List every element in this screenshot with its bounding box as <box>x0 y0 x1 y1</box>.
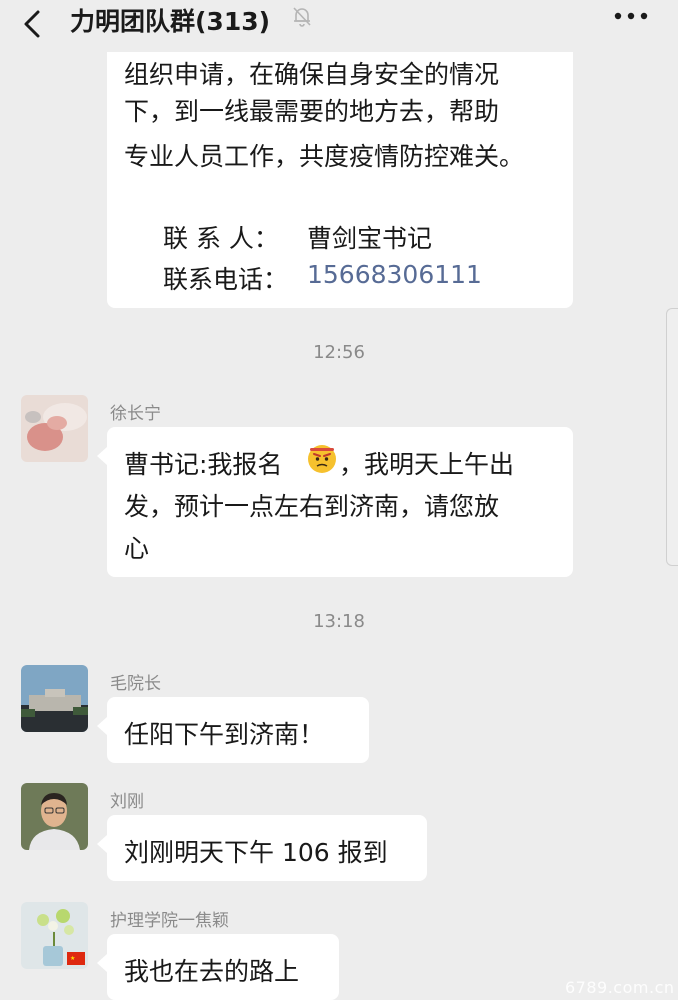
timestamp: 13:18 <box>313 611 365 632</box>
bell-muted-icon <box>293 7 311 27</box>
message-line-3: 心 <box>124 534 150 563</box>
sender-name: 刘刚 <box>110 792 144 812</box>
back-chevron-icon[interactable] <box>18 6 46 42</box>
message-line-2: 发，预计一点左右到济南，请您放 <box>124 492 500 521</box>
message-text: 刘刚明天下午 106 报到 <box>124 838 388 867</box>
chat-title[interactable]: 力明团队群(313) <box>70 2 270 42</box>
avatar[interactable]: ★ <box>21 902 88 969</box>
notice-line-3: 专业人员工作，共度疫情防控难关。 <box>124 142 525 171</box>
sender-name: 毛院长 <box>110 674 161 694</box>
message-bubble[interactable]: 任阳下午到济南！ <box>97 697 369 763</box>
watermark-text: 6789.com.cn <box>565 978 675 997</box>
notice-line-2: 下，到一线最需要的地方去，帮助 <box>124 97 500 126</box>
message-bubble[interactable]: 我也在去的路上 <box>97 934 339 1000</box>
man-portrait-avatar-icon <box>21 783 88 850</box>
message-line-1b: ，我明天上午出 <box>339 450 515 479</box>
building-photo-avatar-icon <box>21 665 88 732</box>
message-bubble[interactable]: 刘刚明天下午 106 报到 <box>97 815 427 881</box>
message-line-1a: 曹书记:我报名 <box>124 450 283 479</box>
avatar[interactable] <box>21 395 88 462</box>
avatar[interactable] <box>21 783 88 850</box>
grumpy-face-emoji-icon <box>308 445 336 473</box>
chat-header: 力明团队群(313) <box>0 0 678 52</box>
timestamp: 12:56 <box>313 342 365 363</box>
baby-photo-avatar-icon <box>21 395 88 462</box>
more-dots-icon[interactable] <box>614 12 648 20</box>
avatar[interactable] <box>21 665 88 732</box>
flowers-flag-avatar-icon: ★ <box>21 902 88 969</box>
message-text: 我也在去的路上 <box>124 957 300 986</box>
sender-name: 徐长宁 <box>110 404 161 424</box>
message-bubble[interactable]: 曹书记:我报名 ，我明天上午出 发，预计一点左右到济南，请您放 心 <box>97 427 573 577</box>
notice-line-1: 组织申请，在确保自身安全的情况 <box>124 60 500 89</box>
svg-text:★: ★ <box>70 955 75 962</box>
notice-message-bubble[interactable]: 组织申请，在确保自身安全的情况 下，到一线最需要的地方去，帮助 专业人员工作，共… <box>107 38 573 308</box>
notice-phone-label: 联系电话： <box>163 265 289 294</box>
notice-contact-value: 曹剑宝书记 <box>307 224 433 253</box>
message-text: 任阳下午到济南！ <box>124 720 325 749</box>
notice-phone-link[interactable]: 15668306111 <box>307 260 482 289</box>
notice-contact-label: 联 系 人： <box>163 224 279 253</box>
sender-name: 护理学院一焦颖 <box>110 911 229 931</box>
